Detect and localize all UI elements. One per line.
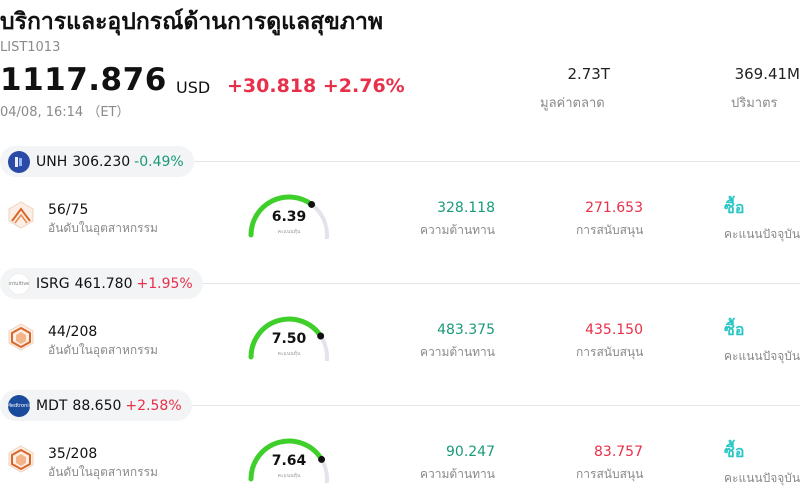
analyst-rating-label: คะแนนปัจจุบัน [724,471,800,485]
support-value: 435.150 [585,322,643,338]
stock-change-pct: -0.49% [134,153,184,170]
stock-score-label: คะแนนหุ้น [277,229,301,235]
stock-chip-mdt[interactable]: Medtronic MDT 88.650 +2.58% [0,390,192,421]
market-cap-label: มูลค่าตลาด [540,96,605,111]
volume-label: ปริมาตร [731,96,778,111]
stock-score: 6.39 [271,209,307,225]
resistance-value: 483.375 [437,322,495,338]
stock-price: 88.650 [72,397,122,414]
price-change-value: +30.818 [227,75,317,97]
list-code: LIST1013 [0,40,61,55]
industry-rank: 56/75 [48,202,89,218]
analyst-rating[interactable]: ซื้อ [724,440,744,465]
unh-logo [8,150,30,173]
row-divider [190,161,800,162]
stock-change-pct: +2.58% [125,397,182,414]
resistance-label: ความต้านทาน [420,345,495,359]
support-label: การสนับสนุน [576,223,644,237]
industry-rank-icon [8,445,34,473]
industry-rank-icon [8,323,34,351]
stock-symbol: ISRG [36,275,70,292]
stock-price: 306.230 [72,153,131,170]
stock-score: 7.50 [271,331,307,347]
quote-datetime: 04/08, 16:14 （ET） [0,105,130,120]
industry-rank-label: อันดับในอุตสาหกรรม [48,221,158,235]
stock-symbol: UNH [36,153,68,170]
row-divider [190,283,800,284]
currency-label: USD [176,78,211,97]
analyst-rating-label: คะแนนปัจจุบัน [724,227,800,241]
industry-rank-label: อันดับในอุตสาหกรรม [48,343,158,357]
price-change-pct: +2.76% [322,75,405,97]
stock-price: 461.780 [74,275,133,292]
volume-value: 369.41M [734,65,800,83]
logo-text: Medtronic [8,402,30,409]
price-change: +30.818 +2.76% [227,75,405,97]
stock-score-label: คะแนนหุ้น [277,351,301,357]
analyst-rating-label: คะแนนปัจจุบัน [724,349,800,363]
stock-change-pct: +1.95% [136,275,193,292]
support-value: 271.653 [585,200,643,216]
industry-rank: 35/208 [48,446,98,462]
stock-chip-isrg[interactable]: intuitive ISRG 461.780 +1.95% [0,268,203,299]
index-price: 1117.876 [0,62,167,98]
page-title: บริการและอุปกรณ์ด้านการดูแลสุขภาพ [0,9,384,35]
stock-score: 7.64 [271,453,307,469]
market-cap-value: 2.73T [567,65,610,83]
analyst-rating[interactable]: ซื้อ [724,318,744,343]
industry-rank-label: อันดับในอุตสาหกรรม [48,465,158,479]
logo-text: intuitive [8,280,30,287]
industry-rank: 44/208 [48,324,98,340]
support-label: การสนับสนุน [576,467,644,481]
stock-chip-unh[interactable]: UNH 306.230 -0.49% [0,146,194,177]
mdt-logo: Medtronic [8,394,30,417]
analyst-rating[interactable]: ซื้อ [724,196,744,221]
stock-symbol: MDT [36,397,68,414]
stock-score-label: คะแนนหุ้น [277,473,301,479]
isrg-logo: intuitive [8,272,30,295]
row-divider [190,405,800,406]
resistance-label: ความต้านทาน [420,467,495,481]
resistance-label: ความต้านทาน [420,223,495,237]
resistance-value: 328.118 [437,200,495,216]
support-value: 83.757 [594,444,643,460]
support-label: การสนับสนุน [576,345,644,359]
industry-rank-icon [8,201,34,229]
resistance-value: 90.247 [446,444,495,460]
